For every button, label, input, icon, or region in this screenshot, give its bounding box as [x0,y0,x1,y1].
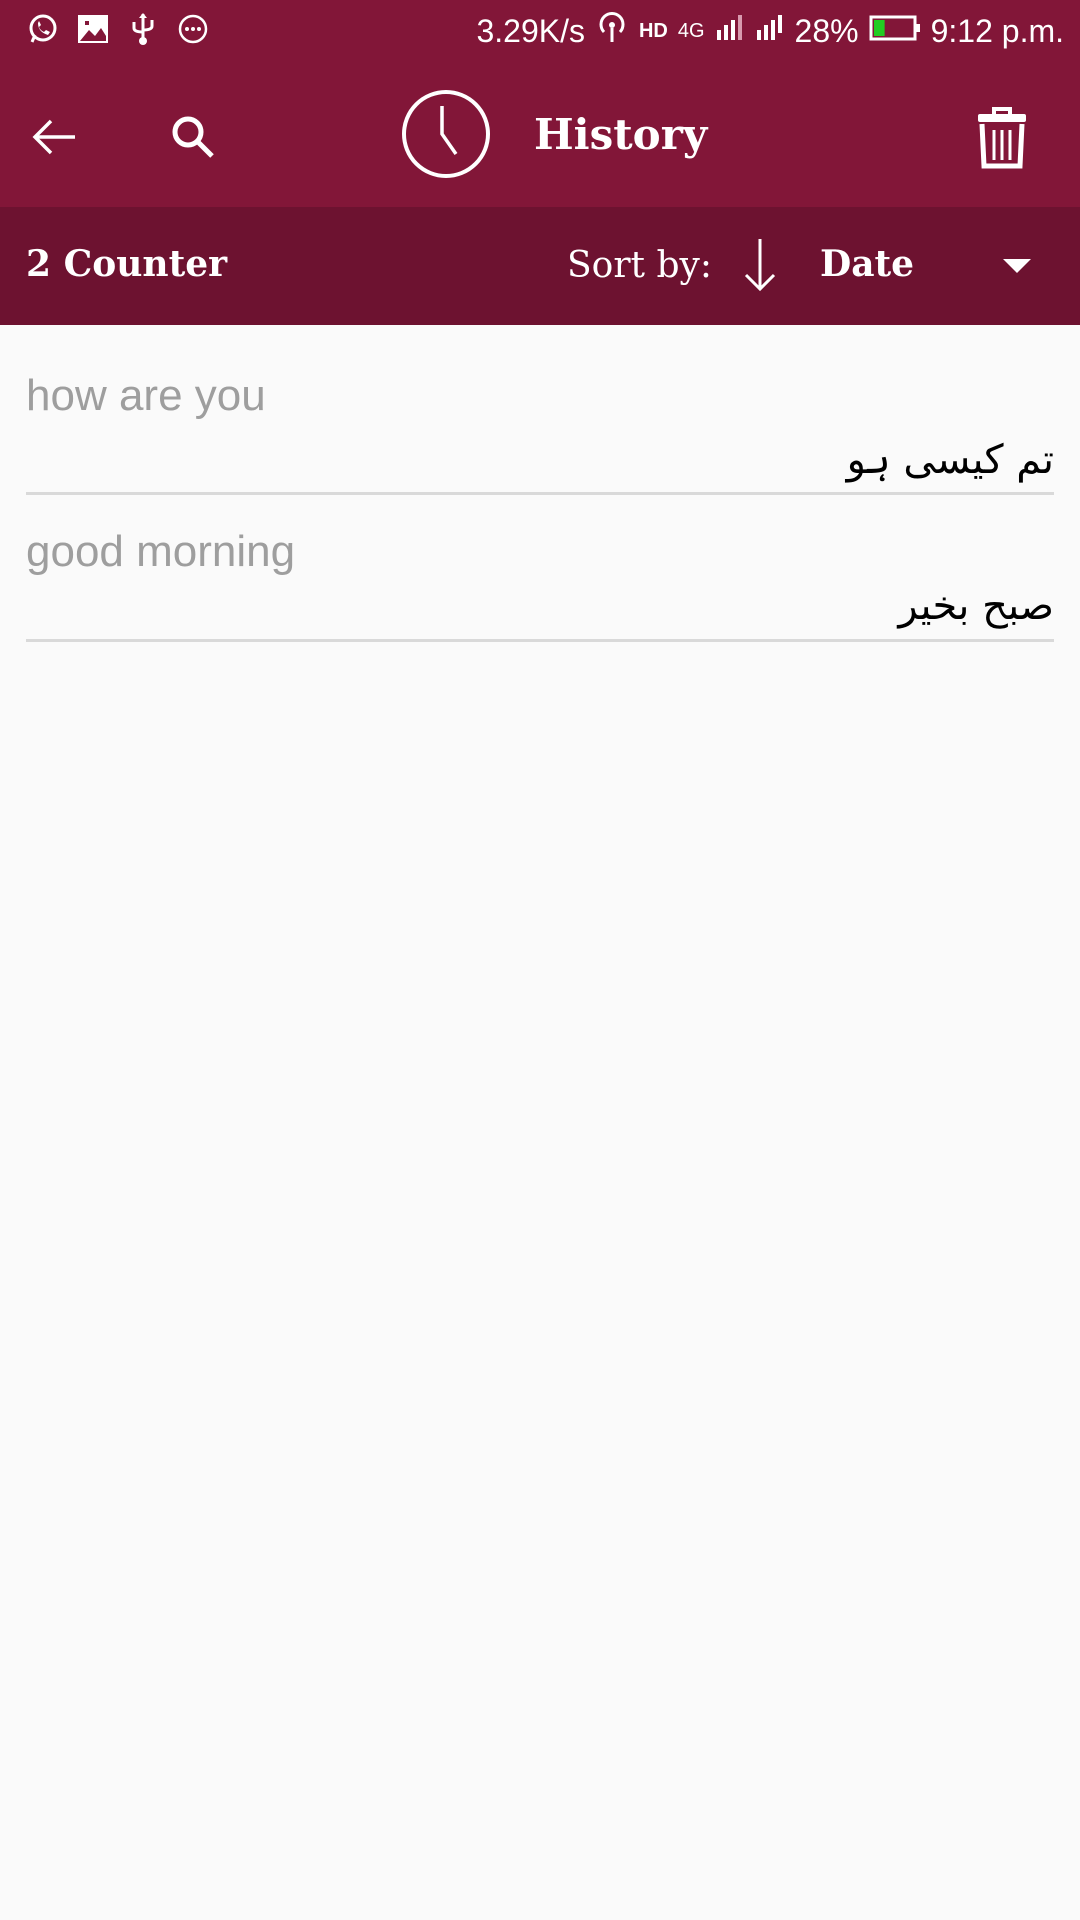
battery-percent: 28% [794,12,859,49]
history-counter: 2 Counter [26,243,228,285]
history-list: how are you تم کیسی ہو good morning صبح … [26,325,1054,642]
usb-icon [126,12,160,46]
back-button[interactable] [20,102,90,172]
clock-icon [402,90,490,178]
hd-volte-icon: HD [638,19,668,42]
history-item[interactable]: how are you تم کیسی ہو [26,325,1054,495]
clock-time: 9:12 p.m. [930,12,1064,49]
signal-sim1-icon [715,12,745,50]
signal-sim2-icon [755,12,785,50]
search-icon [172,116,214,158]
hotspot-icon [595,10,629,52]
sort-select[interactable]: Date [820,243,914,285]
history-source-text: good morning [26,527,296,576]
notification-icons [26,12,210,46]
arrow-left-icon [32,119,75,155]
system-status: 3.29K/s HD 4G 28% 9:12 p.m. [476,10,1064,52]
dropdown-caret-icon[interactable] [1003,259,1031,273]
search-button[interactable] [158,102,228,172]
battery-icon [869,13,921,50]
history-source-text: how are you [26,371,266,420]
net-speed: 3.29K/s [476,12,585,49]
status-bar: 3.29K/s HD 4G 28% 9:12 p.m. [0,0,1080,66]
app-toolbar: History [0,66,1080,207]
history-sort-bar: 2 Counter Sort by: Date [0,207,1080,325]
whatsapp-icon [26,12,60,46]
history-translation-text: صبح بخیر [898,583,1054,629]
image-icon [76,12,110,46]
trash-icon [978,107,1026,169]
delete-all-button[interactable] [970,100,1034,176]
more-icon [176,12,210,46]
toolbar-title-group: History [400,88,707,180]
network-type: 4G [677,19,705,42]
sort-direction-button[interactable] [740,237,780,298]
history-item[interactable]: good morning صبح بخیر [26,495,1054,642]
history-translation-text: تم کیسی ہو [846,437,1054,483]
page-title: History [534,109,708,159]
sort-label: Sort by: [567,245,712,286]
arrow-down-icon [744,239,776,292]
